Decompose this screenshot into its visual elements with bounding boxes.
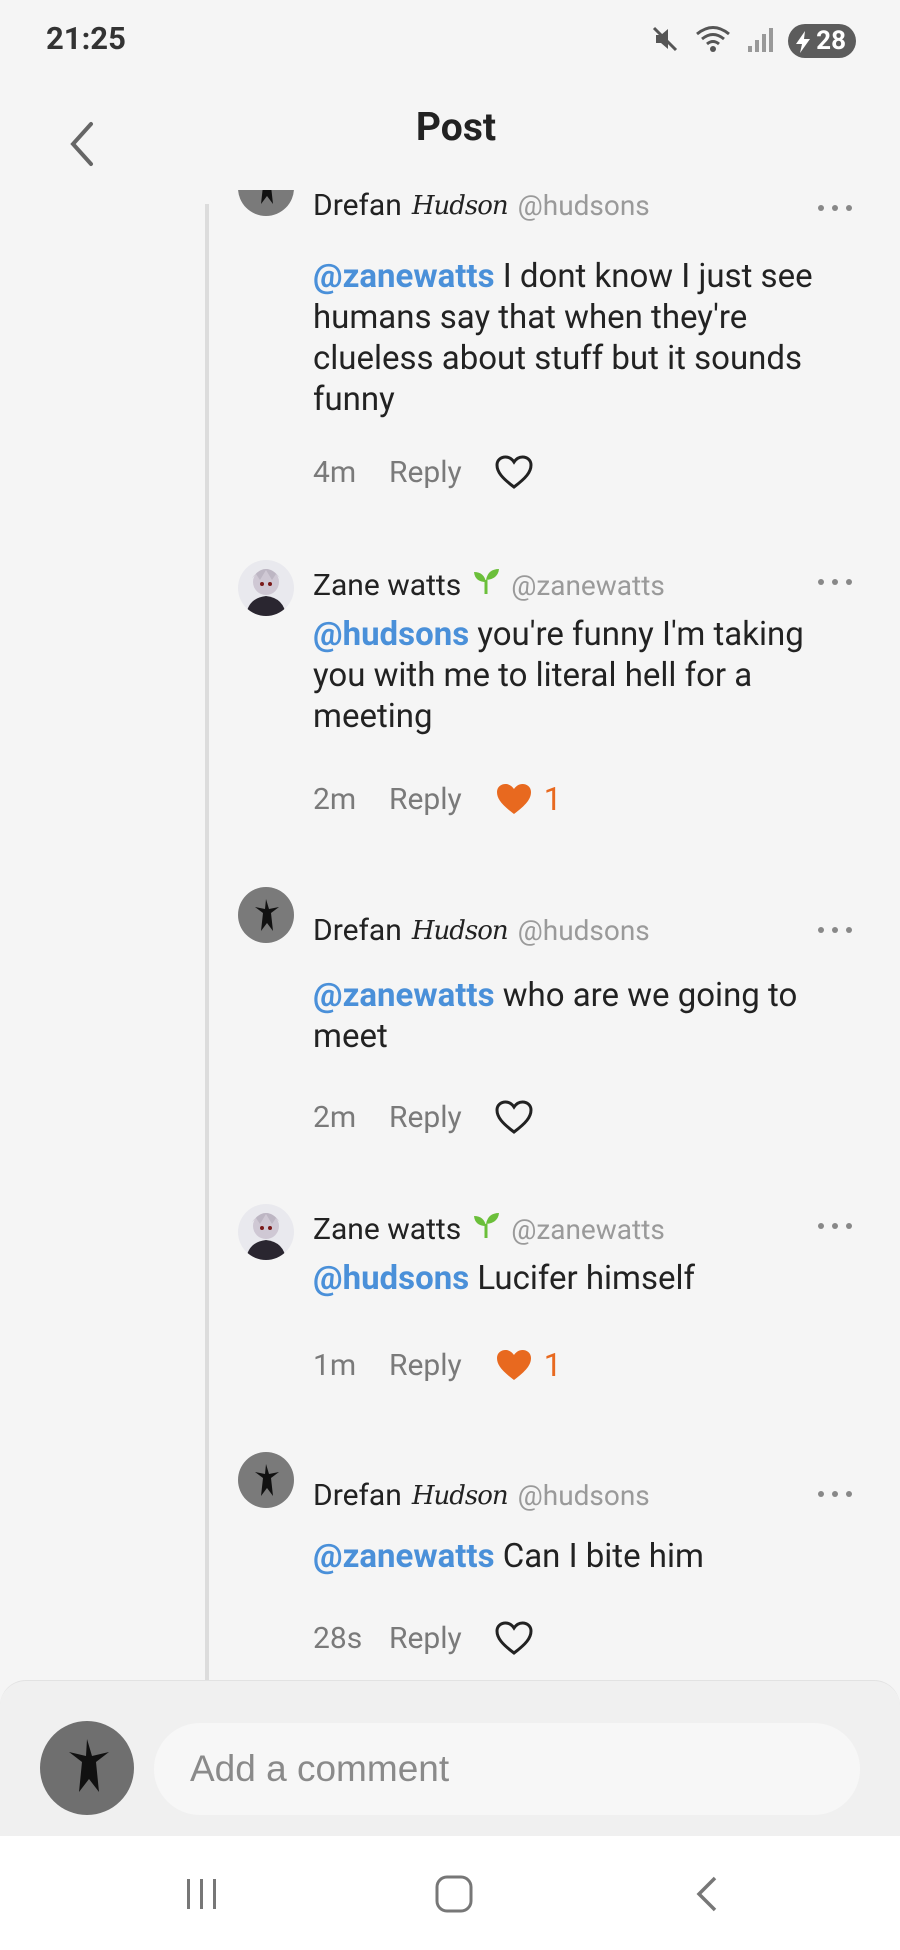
user-handle[interactable]: @zanewatts <box>511 569 665 602</box>
system-back-button[interactable] <box>666 1866 746 1922</box>
timestamp: 4m <box>313 454 357 490</box>
avatar[interactable] <box>238 1452 294 1508</box>
comment-header: Drefan Hudson @hudsons <box>313 190 650 223</box>
status-icons: 28 <box>650 24 856 58</box>
comment-actions: 2m Reply 1 <box>313 780 562 818</box>
app-bar: Post <box>0 84 900 204</box>
reply-button[interactable]: Reply <box>389 1621 462 1656</box>
comment-body: Lucifer himself <box>469 1259 696 1298</box>
timestamp: 28s <box>313 1620 363 1656</box>
comment-body: Can I bite him <box>494 1537 704 1576</box>
name-decoration: Hudson <box>411 915 509 946</box>
display-name[interactable]: Zane watts <box>313 1212 461 1247</box>
user-handle[interactable]: @hudsons <box>518 1479 650 1512</box>
like-button[interactable]: 1 <box>494 1346 562 1384</box>
comment-header: Zane watts @zanewatts <box>313 1210 665 1248</box>
comment-actions: 2m Reply <box>313 1099 534 1135</box>
user-handle[interactable]: @hudsons <box>518 914 650 947</box>
heart-outline-icon <box>495 455 533 489</box>
home-icon <box>435 1875 473 1913</box>
wifi-icon <box>694 24 732 58</box>
comment-text: @hudsons you're funny I'm taking you wit… <box>313 614 853 737</box>
heart-outline-icon <box>495 1621 533 1655</box>
comment-actions: 28s Reply <box>313 1620 534 1656</box>
home-button[interactable] <box>414 1866 494 1922</box>
comment-text: @zanewatts I dont know I just see humans… <box>313 256 853 420</box>
mute-icon <box>650 24 680 58</box>
avatar[interactable] <box>238 560 294 616</box>
comment-actions: 1m Reply 1 <box>313 1346 562 1384</box>
like-button[interactable] <box>494 1099 534 1135</box>
more-options-button[interactable] <box>818 198 852 218</box>
heart-filled-icon <box>496 1350 531 1380</box>
avatar[interactable] <box>238 1204 294 1260</box>
display-name[interactable]: Drefan <box>313 913 402 948</box>
sprout-icon <box>471 566 501 604</box>
timestamp: 2m <box>313 1099 357 1135</box>
page-title: Post <box>415 104 497 150</box>
name-decoration: Hudson <box>411 1480 509 1511</box>
name-decoration: Hudson <box>411 190 509 221</box>
reply-button[interactable]: Reply <box>389 1348 462 1383</box>
comment-feed[interactable]: Drefan Hudson @hudsons @zanewatts I dont… <box>0 190 900 1680</box>
system-nav-bar <box>0 1836 900 1950</box>
timestamp: 1m <box>313 1347 357 1383</box>
avatar[interactable] <box>238 190 294 216</box>
comment-header: Drefan Hudson @hudsons <box>313 1478 650 1513</box>
user-handle[interactable]: @zanewatts <box>511 1213 665 1246</box>
comment-text: @zanewatts Can I bite him <box>313 1536 853 1577</box>
comment-actions: 4m Reply <box>313 454 534 490</box>
back-arrow-icon <box>696 1876 717 1912</box>
recents-icon <box>187 1879 216 1909</box>
display-name[interactable]: Drefan <box>313 1478 402 1513</box>
reply-button[interactable]: Reply <box>389 1100 462 1135</box>
like-button[interactable]: 1 <box>494 780 562 818</box>
battery-indicator: 28 <box>788 24 856 58</box>
mention-link[interactable]: @zanewatts <box>313 1537 495 1576</box>
mention-link[interactable]: @hudsons <box>313 1259 469 1298</box>
comment-input[interactable] <box>154 1723 860 1815</box>
like-count: 1 <box>543 1346 562 1384</box>
more-options-button[interactable] <box>818 920 852 940</box>
mention-link[interactable]: @zanewatts <box>313 976 495 1015</box>
sprout-icon <box>471 1210 501 1248</box>
signal-icon <box>746 24 774 58</box>
comment-header: Drefan Hudson @hudsons <box>313 913 650 948</box>
comment-header: Zane watts @zanewatts <box>313 566 665 604</box>
status-time: 21:25 <box>46 20 126 57</box>
mention-link[interactable]: @hudsons <box>313 615 469 654</box>
reply-button[interactable]: Reply <box>389 782 462 817</box>
avatar[interactable] <box>238 887 294 943</box>
heart-filled-icon <box>496 784 531 814</box>
battery-level: 28 <box>816 26 846 56</box>
like-button[interactable] <box>494 454 534 490</box>
status-bar: 21:25 28 <box>0 0 900 84</box>
recents-button[interactable] <box>162 1866 242 1922</box>
more-options-button[interactable] <box>818 1484 852 1504</box>
comment-text: @zanewatts who are we going to meet <box>313 975 853 1057</box>
charging-icon <box>794 30 812 53</box>
more-options-button[interactable] <box>818 572 852 592</box>
like-button[interactable] <box>494 1620 534 1656</box>
display-name[interactable]: Zane watts <box>313 568 461 603</box>
user-handle[interactable]: @hudsons <box>518 190 650 222</box>
like-count: 1 <box>543 780 562 818</box>
display-name[interactable]: Drefan <box>313 190 402 223</box>
comment-text: @hudsons Lucifer himself <box>313 1258 853 1299</box>
mention-link[interactable]: @zanewatts <box>313 257 495 296</box>
current-user-avatar[interactable] <box>40 1721 134 1815</box>
more-options-button[interactable] <box>818 1216 852 1236</box>
comment-composer <box>0 1680 900 1837</box>
timestamp: 2m <box>313 781 357 817</box>
reply-button[interactable]: Reply <box>389 455 462 490</box>
heart-outline-icon <box>495 1100 533 1134</box>
